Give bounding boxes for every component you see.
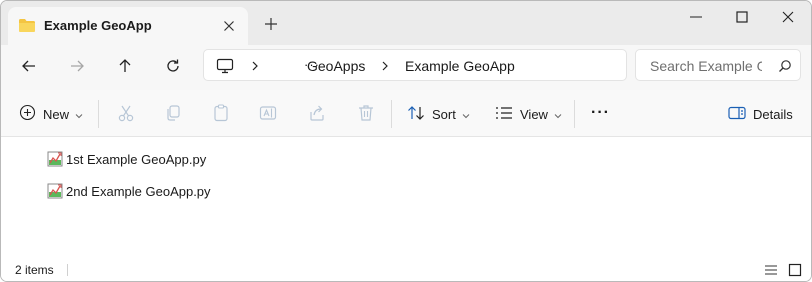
search-input[interactable]: Search Example G <box>650 58 762 74</box>
details-pane-icon <box>728 106 746 123</box>
copy-icon[interactable] <box>163 103 183 123</box>
divider <box>391 100 392 128</box>
view-label: View <box>520 106 548 122</box>
folder-icon <box>18 18 36 33</box>
file-explorer-window: Example GeoApp ··· GeoApps Example GeoAp… <box>0 0 812 282</box>
view-list-icon <box>495 106 513 123</box>
divider <box>574 100 575 128</box>
status-bar: 2 items <box>1 259 811 281</box>
share-icon[interactable] <box>307 103 327 123</box>
search-box[interactable]: Search Example G <box>635 49 801 81</box>
tab-title: Example GeoApp <box>44 18 152 33</box>
search-icon[interactable] <box>778 59 792 76</box>
details-button[interactable]: Details <box>728 102 793 126</box>
plus-icon[interactable] <box>263 16 279 32</box>
tab-example-geoapp[interactable]: Example GeoApp <box>8 7 248 45</box>
navigation-bar: ··· GeoApps Example GeoApp Search Exampl… <box>1 45 811 90</box>
list-item[interactable]: 1st Example GeoApp.py <box>47 148 206 170</box>
sort-button[interactable]: Sort <box>407 102 470 126</box>
add-circle-icon <box>19 104 36 124</box>
up-arrow-icon[interactable] <box>113 55 137 77</box>
command-bar: New Sort View ··· Details <box>1 90 811 137</box>
chevron-right-icon[interactable] <box>250 59 260 76</box>
forward-arrow-icon[interactable] <box>65 55 89 77</box>
divider <box>98 100 99 128</box>
sort-icon <box>407 105 425 124</box>
file-name: 1st Example GeoApp.py <box>66 151 207 167</box>
python-file-icon <box>47 151 63 167</box>
close-icon[interactable] <box>220 17 238 35</box>
chevron-down-icon <box>554 107 562 122</box>
address-bar[interactable]: ··· GeoApps Example GeoApp <box>203 49 627 81</box>
refresh-icon[interactable] <box>161 55 185 77</box>
close-window-icon[interactable] <box>765 7 811 27</box>
file-name: 2nd Example GeoApp.py <box>66 183 211 199</box>
python-file-icon <box>47 183 63 199</box>
sort-label: Sort <box>432 106 456 122</box>
new-button[interactable]: New <box>19 102 83 126</box>
maximize-icon[interactable] <box>719 7 765 27</box>
new-label: New <box>43 106 70 122</box>
back-arrow-icon[interactable] <box>17 55 41 77</box>
cut-icon[interactable] <box>116 103 136 123</box>
chevron-right-icon[interactable] <box>380 59 390 76</box>
breadcrumb-geoapps[interactable]: GeoApps <box>307 58 365 74</box>
more-options-icon[interactable]: ··· <box>591 104 611 124</box>
item-count: 2 items <box>15 263 54 277</box>
divider <box>67 264 68 276</box>
delete-icon[interactable] <box>356 103 376 123</box>
computer-icon[interactable] <box>216 58 234 77</box>
breadcrumb-example-geoapp[interactable]: Example GeoApp <box>405 58 515 74</box>
file-list: 1st Example GeoApp.py 2nd Example GeoApp… <box>1 137 811 259</box>
minimize-icon[interactable] <box>673 7 719 27</box>
chevron-down-icon <box>75 107 83 122</box>
details-label: Details <box>753 106 793 122</box>
tiles-view-icon[interactable] <box>787 262 803 278</box>
title-bar: Example GeoApp <box>1 1 811 45</box>
list-item[interactable]: 2nd Example GeoApp.py <box>47 180 211 202</box>
details-view-icon[interactable] <box>763 262 779 278</box>
view-button[interactable]: View <box>495 102 562 126</box>
chevron-down-icon <box>462 107 470 122</box>
rename-icon[interactable] <box>258 103 278 123</box>
paste-icon[interactable] <box>211 103 231 123</box>
